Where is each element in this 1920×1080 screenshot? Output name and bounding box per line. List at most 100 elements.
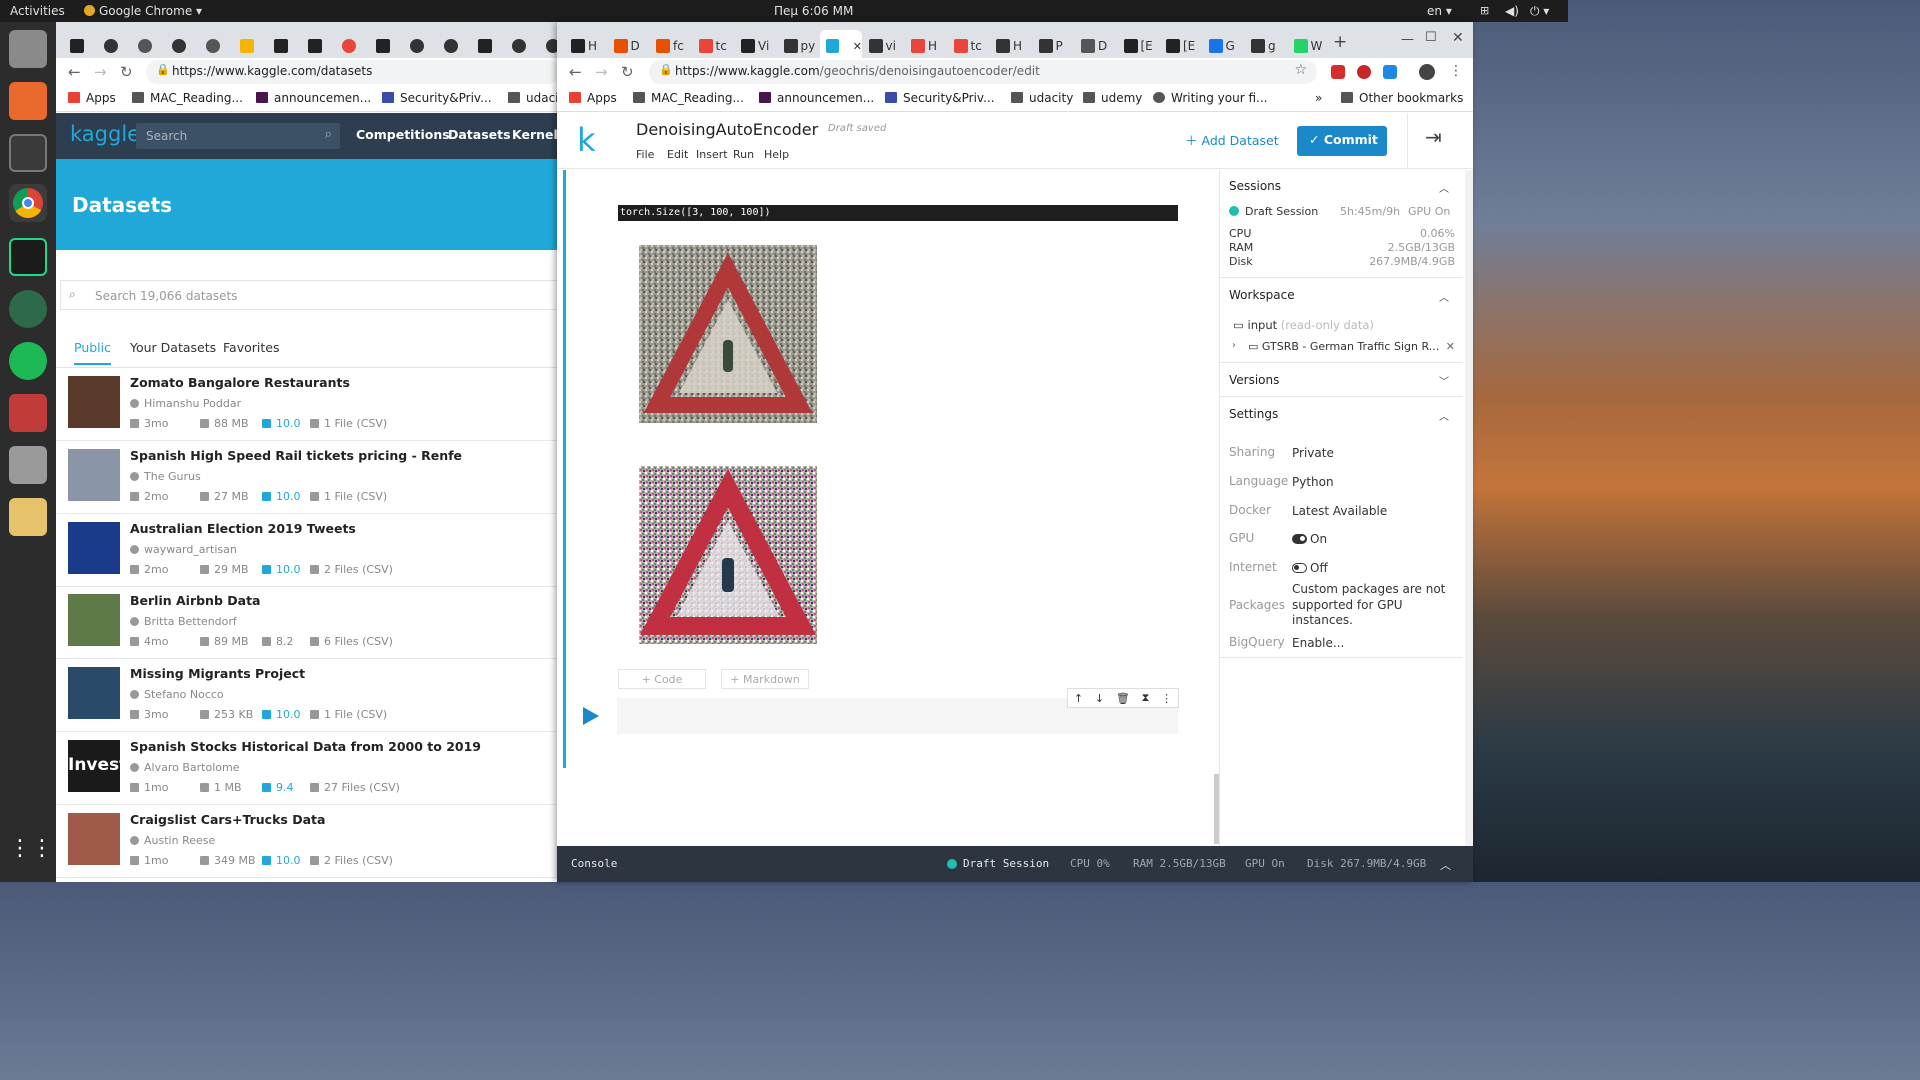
versions-section[interactable]: Versions ﹀ [1220,363,1463,397]
dataset-author[interactable]: Alvaro Bartolome [130,761,239,774]
chrome-dock-icon[interactable] [9,184,47,222]
network-icon[interactable]: ⊞ [1480,4,1489,17]
remove-dataset-icon[interactable]: ✕ [1446,340,1455,353]
app-menu[interactable]: Google Chrome ▾ [84,4,202,18]
kaggle-logo[interactable]: kaggle [70,122,140,146]
kaggle-k-logo[interactable]: k [577,121,596,159]
terminal-icon[interactable] [9,134,47,172]
move-up-icon[interactable]: ↑ [1074,692,1083,705]
bookmark-udemy[interactable]: udemy [1083,91,1142,105]
dataset-thumbnail[interactable] [68,521,120,574]
dataset-row[interactable]: Australian Election 2019 Tweets wayward_a… [56,514,560,587]
chevron-up-icon[interactable]: ︿ [1439,408,1449,423]
commit-button[interactable]: ✓ Commit [1297,126,1387,156]
files-icon[interactable] [9,30,47,68]
chevron-up-icon[interactable]: ︿ [1439,289,1449,304]
menu-insert[interactable]: Insert [696,148,728,161]
sessions-heading[interactable]: Sessions [1229,179,1281,193]
nav-datasets[interactable]: Datasets [448,127,511,142]
volume-icon[interactable]: ◀) [1505,4,1519,18]
menu-file[interactable]: File [636,148,654,161]
workspace-heading[interactable]: Workspace [1229,288,1295,302]
bookmark-star-icon[interactable]: ☆ [1294,62,1307,78]
show-apps-icon[interactable]: ⋮⋮ [9,836,53,874]
chevron-up-icon[interactable]: ︿ [1440,857,1451,873]
extension-adblock-icon[interactable] [1357,65,1371,79]
power-icon[interactable]: ⏻ ▾ [1530,4,1549,19]
kernel-title[interactable]: DenoisingAutoEncoder [636,120,818,139]
address-bar[interactable]: 🔒 https://www.kaggle.com/datasets [146,60,560,84]
add-dataset-button[interactable]: ＋ Add Dataset [1185,130,1279,149]
menu-edit[interactable]: Edit [667,148,688,161]
sidebar-scrollbar[interactable] [1465,170,1473,846]
dataset-row[interactable]: Invest Spanish Stocks Historical Data fro… [56,732,560,805]
chrome-menu-icon[interactable]: ⋮ [1449,63,1463,79]
dataset-item[interactable]: ▭ GTSRB - German Traffic Sign R... [1248,340,1439,353]
dataset-author[interactable]: Britta Bettendorf [130,615,237,628]
dataset-row[interactable]: Craigslist Cars+Trucks Data Austin Reese 1… [56,805,560,878]
dataset-author[interactable]: wayward_artisan [130,543,237,556]
dataset-author[interactable]: Himanshu Poddar [130,397,241,410]
dataset-row[interactable]: Missing Migrants Project Stefano Nocco 3mo… [56,659,560,733]
bookmark-slack[interactable]: announcemen... [759,91,874,105]
dataset-title[interactable]: Spanish Stocks Historical Data from 2000… [130,739,481,754]
reload-icon[interactable]: ↻ [120,63,133,81]
bookmark-security[interactable]: Security&Priv... [382,91,492,105]
dataset-title[interactable]: Missing Migrants Project [130,666,305,681]
tab-favorites[interactable]: Favorites [223,340,279,355]
menu-run[interactable]: Run [733,148,754,161]
dataset-title[interactable]: Spanish High Speed Rail tickets pricing … [130,448,462,463]
nav-kernels[interactable]: Kernels [512,127,560,142]
bookmark-folder[interactable]: MAC_Reading... [132,91,243,105]
bookmark-writing[interactable]: Writing your fi... [1153,91,1267,105]
site-search[interactable]: Search ⌕ [136,123,340,149]
reload-icon[interactable]: ↻ [621,63,634,81]
menu-help[interactable]: Help [764,148,789,161]
bookmarks-overflow-button[interactable]: » [1315,91,1322,105]
forward-icon[interactable]: → [94,63,107,81]
minimize-button[interactable]: — [1401,32,1414,47]
tab-your-datasets[interactable]: Your Datasets [130,340,216,355]
spotify-icon[interactable] [9,342,47,380]
dataset-row[interactable]: Zomato Bangalore Restaurants Himanshu Pod… [56,368,560,441]
collapse-panel-icon[interactable]: ⇥ [1425,125,1442,149]
new-tab-button[interactable]: + [1333,32,1347,52]
text-editor-icon[interactable] [9,498,47,536]
software-center-icon[interactable] [9,82,47,120]
dataset-thumbnail[interactable] [68,594,120,647]
address-bar[interactable]: 🔒 https://www.kaggle.com/geochris/denois… [649,60,1317,84]
console-label[interactable]: Console [571,857,617,870]
disk-icon[interactable] [9,446,47,484]
dataset-author[interactable]: Austin Reese [130,834,215,847]
back-icon[interactable]: ← [569,63,582,81]
dataset-title[interactable]: Australian Election 2019 Tweets [130,521,356,536]
bookmark-udacity[interactable]: udacity [1011,91,1073,105]
dataset-thumbnail[interactable] [68,448,120,501]
internet-toggle[interactable]: Off [1292,561,1328,575]
dataset-title[interactable]: Zomato Bangalore Restaurants [130,375,350,390]
dataset-thumbnail[interactable] [68,667,120,720]
bookmark-security[interactable]: Security&Priv... [885,91,995,105]
move-down-icon[interactable]: ↓ [1095,692,1104,705]
language-indicator[interactable]: en ▾ [1427,4,1452,18]
dataset-thumbnail[interactable]: Invest [68,740,120,792]
maximize-button[interactable]: ☐ [1425,30,1437,45]
settings-tool-icon[interactable] [9,394,47,432]
activities-button[interactable]: Activities [10,4,65,18]
atom-icon[interactable] [9,290,47,328]
forward-icon[interactable]: → [595,63,608,81]
clock[interactable]: Пеμ 6:06 MM [774,4,853,18]
bookmark-apps[interactable]: Apps [68,91,116,105]
bookmark-slack[interactable]: announcemen... [256,91,371,105]
dataset-row[interactable]: Berlin Airbnb Data Britta Bettendorf 4mo 89… [56,586,560,660]
chevron-down-icon[interactable]: ﹀ [1439,373,1449,388]
gpu-toggle[interactable]: On [1292,532,1327,546]
bookmark-other[interactable]: Other bookmarks [1341,91,1463,105]
add-code-cell-button[interactable]: + Code [618,669,706,689]
bookmark-folder[interactable]: udaci [508,91,559,105]
tab-public[interactable]: Public [74,340,111,365]
chevron-up-icon[interactable]: ︿ [1439,180,1449,195]
dataset-author[interactable]: The Gurus [130,470,201,483]
back-icon[interactable]: ← [68,63,81,81]
dataset-title[interactable]: Craigslist Cars+Trucks Data [130,812,325,827]
